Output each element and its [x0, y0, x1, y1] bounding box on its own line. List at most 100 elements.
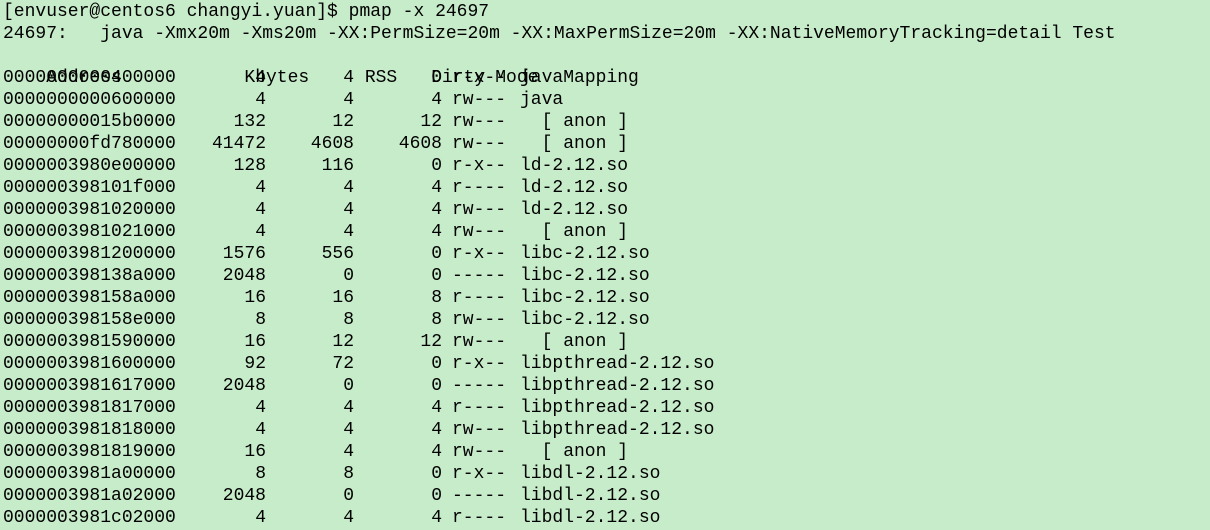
terminal-window[interactable]: [envuser@centos6 changyi.yuan]$ pmap -x … — [0, 0, 1210, 530]
cell-mode: r---- — [452, 178, 507, 198]
cell-dirty: 4 — [431, 90, 442, 110]
cell-mode: rw--- — [452, 90, 507, 110]
cell-rss: 4608 — [310, 134, 354, 154]
cell-dirty: 4 — [431, 222, 442, 242]
cell-kbytes: 41472 — [211, 134, 266, 154]
cell-address: 0000003981818000 — [3, 420, 176, 440]
table-row: 000000398158e000 8 8 8 rw--- libc-2.12.so — [3, 309, 1210, 331]
cell-mapping: libpthread-2.12.so — [520, 376, 715, 396]
cell-mode: ----- — [452, 486, 507, 506]
cell-address: 0000003981a00000 — [3, 464, 176, 484]
cell-address: 00000000015b0000 — [3, 112, 176, 132]
cell-address: 00000000fd780000 — [3, 134, 176, 154]
cell-mapping: libpthread-2.12.so — [520, 420, 715, 440]
cell-kbytes: 2048 — [222, 376, 266, 396]
cell-rss: 0 — [343, 266, 354, 286]
cell-mapping: libdl-2.12.so — [520, 486, 661, 506]
table-row: 0000003981817000 4 4 4 r---- libpthread-2.12.… — [3, 397, 1210, 419]
header-mapping: Mapping — [563, 68, 639, 88]
cell-mapping: [ anon ] — [520, 134, 629, 154]
cell-mode: rw--- — [452, 134, 507, 154]
cell-kbytes: 132 — [233, 112, 266, 132]
cell-dirty: 4 — [431, 420, 442, 440]
table-row: 0000003981020000 4 4 4 rw--- ld-2.12.so — [3, 199, 1210, 221]
cell-mode: rw--- — [452, 332, 507, 352]
cell-mapping: libc-2.12.so — [520, 310, 650, 330]
cell-mode: r-x-- — [452, 68, 507, 88]
table-row: 0000003981819000 16 4 4 rw--- [ anon ] — [3, 441, 1210, 463]
cell-kbytes: 16 — [244, 442, 266, 462]
cell-address: 0000003981200000 — [3, 244, 176, 264]
table-row: 0000003981200000 1576 556 0 r-x-- libc-2.12.s… — [3, 243, 1210, 265]
cell-address: 0000003981c02000 — [3, 508, 176, 528]
table-row: 0000003981818000 4 4 4 rw--- libpthread-2.12.… — [3, 419, 1210, 441]
cell-mode: r---- — [452, 288, 507, 308]
cell-address: 0000003981600000 — [3, 354, 176, 374]
table-row: 0000003981c02000 4 4 4 r---- libdl-2.12.so — [3, 507, 1210, 529]
cell-mapping: [ anon ] — [520, 112, 629, 132]
cell-kbytes: 4 — [255, 90, 266, 110]
cell-rss: 4 — [343, 508, 354, 528]
cell-mapping: ld-2.12.so — [520, 156, 629, 176]
table-row: 0000003980e00000 128 116 0 r-x-- ld-2.12.so — [3, 155, 1210, 177]
cell-mode: r---- — [452, 398, 507, 418]
cell-address: 000000398138a000 — [3, 266, 176, 286]
cell-dirty: 0 — [431, 68, 442, 88]
table-row: 0000003981021000 4 4 4 rw--- [ anon ] — [3, 221, 1210, 243]
cell-address: 0000003981617000 — [3, 376, 176, 396]
cell-kbytes: 1576 — [222, 244, 266, 264]
cell-dirty: 4 — [431, 178, 442, 198]
table-row: 0000003981617000 2048 0 0 ----- libpthread-2.… — [3, 375, 1210, 397]
cell-mode: rw--- — [452, 420, 507, 440]
cell-mapping: [ anon ] — [520, 442, 629, 462]
cell-dirty: 12 — [420, 332, 442, 352]
cell-dirty: 8 — [431, 310, 442, 330]
cell-rss: 4 — [343, 398, 354, 418]
table-row: 0000003981600000 92 72 0 r-x-- libpthread-2.1… — [3, 353, 1210, 375]
cell-address: 0000003980e00000 — [3, 156, 176, 176]
table-row: 000000398101f000 4 4 4 r---- ld-2.12.so — [3, 177, 1210, 199]
table-header: Address Kbytes RSS Dirty Mode Mapping — [3, 45, 1210, 88]
cell-mode: rw--- — [452, 222, 507, 242]
cell-kbytes: 2048 — [222, 486, 266, 506]
cell-kbytes: 4 — [255, 508, 266, 528]
cell-mapping: libc-2.12.so — [520, 288, 650, 308]
cell-rss: 16 — [332, 288, 354, 308]
cell-kbytes: 4 — [255, 178, 266, 198]
cell-mode: r-x-- — [452, 244, 507, 264]
cell-kbytes: 2048 — [222, 266, 266, 286]
cell-address: 0000003981819000 — [3, 442, 176, 462]
cell-mode: rw--- — [452, 310, 507, 330]
cell-mapping: libdl-2.12.so — [520, 508, 661, 528]
cell-rss: 0 — [343, 376, 354, 396]
cell-rss: 4 — [343, 178, 354, 198]
cell-mode: r-x-- — [452, 156, 507, 176]
cell-rss: 556 — [321, 244, 354, 264]
cell-address: 0000003981817000 — [3, 398, 176, 418]
cell-rss: 0 — [343, 486, 354, 506]
cell-kbytes: 8 — [255, 310, 266, 330]
cell-mode: rw--- — [452, 442, 507, 462]
cell-kbytes: 128 — [233, 156, 266, 176]
cell-mapping: libdl-2.12.so — [520, 464, 661, 484]
cell-mode: ----- — [452, 376, 507, 396]
cell-dirty: 0 — [431, 464, 442, 484]
table-row: 0000003981a02000 2048 0 0 ----- libdl-2.12.so — [3, 485, 1210, 507]
cell-rss: 4 — [343, 90, 354, 110]
cell-rss: 116 — [321, 156, 354, 176]
cell-dirty: 0 — [431, 266, 442, 286]
cell-rss: 72 — [332, 354, 354, 374]
cell-dirty: 0 — [431, 376, 442, 396]
cell-dirty: 4 — [431, 398, 442, 418]
cell-rss: 4 — [343, 68, 354, 88]
cell-mode: rw--- — [452, 200, 507, 220]
cell-mode: r---- — [452, 508, 507, 528]
cell-kbytes: 4 — [255, 68, 266, 88]
cell-mapping: ld-2.12.so — [520, 200, 629, 220]
cell-mapping: libc-2.12.so — [520, 244, 650, 264]
cell-mapping: libpthread-2.12.so — [520, 354, 715, 374]
cell-address: 000000398158e000 — [3, 310, 176, 330]
cell-address: 0000003981020000 — [3, 200, 176, 220]
cell-mapping: ld-2.12.so — [520, 178, 629, 198]
table-row: 0000003981a00000 8 8 0 r-x-- libdl-2.12.so — [3, 463, 1210, 485]
